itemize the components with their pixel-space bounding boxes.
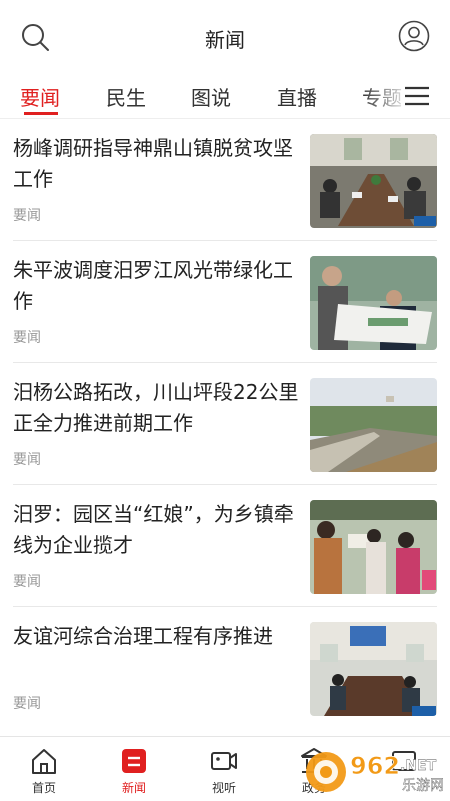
news-thumbnail bbox=[310, 500, 437, 594]
news-title: 友谊河综合治理工程有序推进 bbox=[13, 624, 273, 648]
news-item[interactable]: 汨杨公路拓改，川山坪段22公里正全力推进前期工作 要闻 bbox=[0, 363, 450, 485]
tab-live[interactable]: 直播 bbox=[277, 82, 317, 111]
site-watermark-logo: 962 .NET 乐游网 bbox=[306, 752, 444, 794]
video-icon bbox=[211, 752, 237, 770]
nav-label: 新闻 bbox=[121, 781, 146, 795]
svg-text:乐游网: 乐游网 bbox=[402, 778, 444, 794]
news-title: 朱平波调度汨罗江风光带绿化工作 bbox=[13, 258, 293, 313]
active-tab-indicator bbox=[24, 112, 58, 115]
page-title: 新闻 bbox=[205, 28, 245, 52]
home-icon bbox=[32, 749, 56, 774]
news-tag: 要闻 bbox=[13, 574, 41, 590]
svg-text:.NET: .NET bbox=[400, 758, 437, 774]
news-thumbnail bbox=[310, 378, 437, 472]
news-item[interactable]: 汨罗：园区当“红娘”，为乡镇牵线为企业揽才 要闻 bbox=[0, 485, 450, 607]
top-header: 新闻 bbox=[0, 0, 450, 72]
news-item[interactable]: 友谊河综合治理工程有序推进 要闻 bbox=[0, 607, 450, 729]
news-tag: 要闻 bbox=[13, 330, 41, 346]
news-item[interactable]: 朱平波调度汨罗江风光带绿化工作 要闻 bbox=[0, 241, 450, 363]
profile-icon[interactable] bbox=[398, 20, 430, 52]
nav-label: 首页 bbox=[31, 781, 56, 795]
tab-livelihood[interactable]: 民生 bbox=[106, 82, 146, 111]
tab-headlines[interactable]: 要闻 bbox=[20, 82, 60, 111]
menu-icon[interactable] bbox=[404, 85, 430, 107]
nav-news[interactable]: 新闻 bbox=[99, 737, 169, 801]
news-title: 汨杨公路拓改，川山坪段22公里正全力推进前期工作 bbox=[13, 380, 299, 435]
news-title: 杨峰调研指导神鼎山镇脱贫攻坚工作 bbox=[13, 136, 293, 191]
news-tag: 要闻 bbox=[13, 696, 41, 712]
nav-home[interactable]: 首页 bbox=[9, 737, 79, 801]
nav-video[interactable]: 视听 bbox=[189, 737, 259, 801]
nav-label: 视听 bbox=[211, 781, 236, 795]
news-thumbnail bbox=[310, 134, 437, 228]
news-thumbnail bbox=[310, 256, 437, 350]
news-thumbnail bbox=[310, 622, 437, 716]
news-tag: 要闻 bbox=[13, 452, 41, 468]
tab-photo-stories[interactable]: 图说 bbox=[191, 82, 231, 111]
category-tabs: 要闻 民生 图说 直播 专题 bbox=[0, 72, 450, 118]
news-tag: 要闻 bbox=[13, 208, 41, 224]
news-icon bbox=[122, 749, 146, 773]
news-item[interactable]: 杨峰调研指导神鼎山镇脱贫攻坚工作 要闻 bbox=[0, 119, 450, 241]
svg-text:962: 962 bbox=[350, 752, 400, 780]
news-title: 汨罗：园区当“红娘”，为乡镇牵线为企业揽才 bbox=[13, 502, 294, 557]
